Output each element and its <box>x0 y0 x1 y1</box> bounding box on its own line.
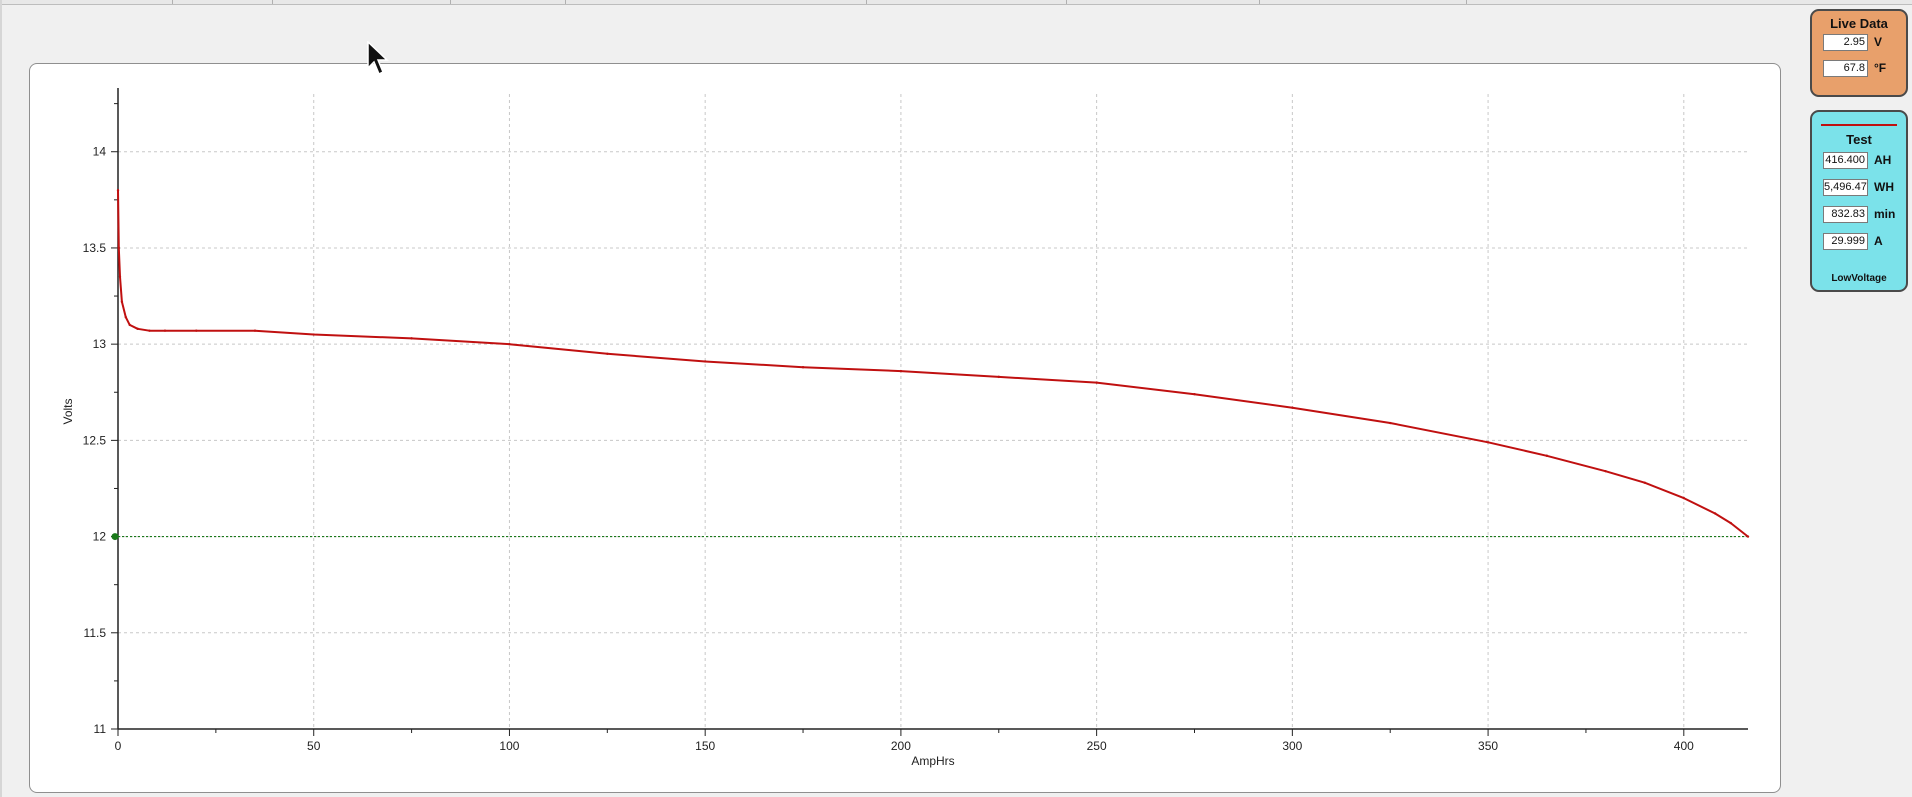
test-title: Test <box>1846 132 1872 147</box>
top-strip-divider <box>172 0 173 4</box>
y-tick-label: 14 <box>93 145 107 159</box>
window-left-edge <box>0 0 2 797</box>
data-point-test <box>1682 496 1686 500</box>
data-point-test <box>703 360 707 363</box>
data-point-test <box>128 323 131 327</box>
data-point-test <box>1486 441 1490 444</box>
data-point-test <box>117 246 120 250</box>
live-voltage-unit: V <box>1874 35 1883 49</box>
data-point-test <box>508 342 511 346</box>
x-tick-label: 0 <box>115 739 122 753</box>
y-tick-label: 11.5 <box>84 626 107 640</box>
data-point-test <box>163 329 167 332</box>
top-strip-divider <box>1259 0 1260 4</box>
data-point-test <box>899 369 903 373</box>
data-point-test <box>410 337 413 340</box>
data-point-test <box>606 352 609 355</box>
test-amps-unit: A <box>1874 234 1883 248</box>
data-point-test <box>1193 392 1196 396</box>
data-point-test <box>1746 535 1750 538</box>
data-point-test <box>1291 406 1294 409</box>
test-watt-hours-field[interactable]: 5,496.47 <box>1823 179 1868 196</box>
y-tick-label: 13 <box>93 337 107 351</box>
test-series-legend-line <box>1821 124 1897 126</box>
test-panel: Test 416.400 AH 5,496.47 WH 832.83 min 2… <box>1810 110 1908 292</box>
top-strip-divider <box>450 0 451 4</box>
x-tick-label: 350 <box>1478 739 1498 753</box>
y-axis-label: Volts <box>61 398 75 424</box>
mouse-cursor-icon <box>367 41 389 76</box>
live-data-panel: Live Data 2.95 V 67.8 °F <box>1810 9 1908 97</box>
top-strip-divider <box>272 0 273 4</box>
data-point-test <box>1604 469 1607 473</box>
data-point-test <box>312 333 315 336</box>
live-temperature-field[interactable]: 67.8 <box>1823 60 1868 77</box>
data-point-test <box>148 329 151 332</box>
x-tick-label: 250 <box>1087 739 1107 753</box>
data-point-test <box>253 329 257 332</box>
top-strip-divider <box>1066 0 1067 4</box>
data-point-test <box>116 189 120 192</box>
data-point-test <box>1095 381 1098 384</box>
data-point-test <box>118 275 122 279</box>
y-tick-label: 13.5 <box>83 241 107 255</box>
live-voltage-field[interactable]: 2.95 <box>1823 34 1868 51</box>
x-tick-label: 100 <box>499 739 519 753</box>
cutoff-voltage-marker <box>111 533 119 541</box>
data-point-test <box>1643 481 1646 484</box>
top-strip-divider <box>1466 0 1467 4</box>
top-strip-divider <box>565 0 566 4</box>
data-point-test <box>136 327 139 330</box>
live-data-title: Live Data <box>1830 16 1888 31</box>
data-point-test <box>120 300 124 304</box>
data-point-test <box>801 366 805 369</box>
y-tick-label: 12.5 <box>83 433 107 447</box>
test-amp-hours-unit: AH <box>1874 153 1892 167</box>
data-point-test <box>1389 421 1392 425</box>
data-point-test <box>124 316 128 319</box>
x-axis-label: AmpHrs <box>911 754 954 768</box>
test-minutes-unit: min <box>1874 207 1896 221</box>
x-tick-label: 200 <box>891 739 911 753</box>
test-amps-field[interactable]: 29.999 <box>1823 233 1868 250</box>
y-tick-label: 11 <box>94 722 107 736</box>
data-point-test <box>1729 521 1732 525</box>
live-temperature-unit: °F <box>1874 61 1887 75</box>
data-point-test <box>195 329 198 332</box>
chart-panel[interactable]: 0 50 100 150 200 250 300 350 400 11 11.5 12 12.5 13 13… <box>29 63 1781 793</box>
series-line-test <box>117 190 1749 538</box>
top-strip <box>0 0 1912 5</box>
x-tick-label: 300 <box>1282 739 1302 753</box>
discharge-chart[interactable]: 0 50 100 150 200 250 300 350 400 11 11.5 12 12.5 13 13… <box>30 64 1782 794</box>
test-status-label: LowVoltage <box>1831 273 1887 284</box>
test-minutes-field[interactable]: 832.83 <box>1823 206 1868 223</box>
data-point-test <box>1713 512 1717 515</box>
x-tick-label: 150 <box>695 739 715 753</box>
data-point-test <box>1545 454 1548 457</box>
x-tick-label: 50 <box>307 739 321 753</box>
y-tick-label: 12 <box>93 530 107 544</box>
test-watt-hours-unit: WH <box>1874 180 1894 194</box>
test-amp-hours-field[interactable]: 416.400 <box>1823 152 1868 169</box>
top-strip-divider <box>866 0 867 4</box>
data-point-test <box>997 375 1000 379</box>
x-tick-label: 400 <box>1674 739 1694 753</box>
